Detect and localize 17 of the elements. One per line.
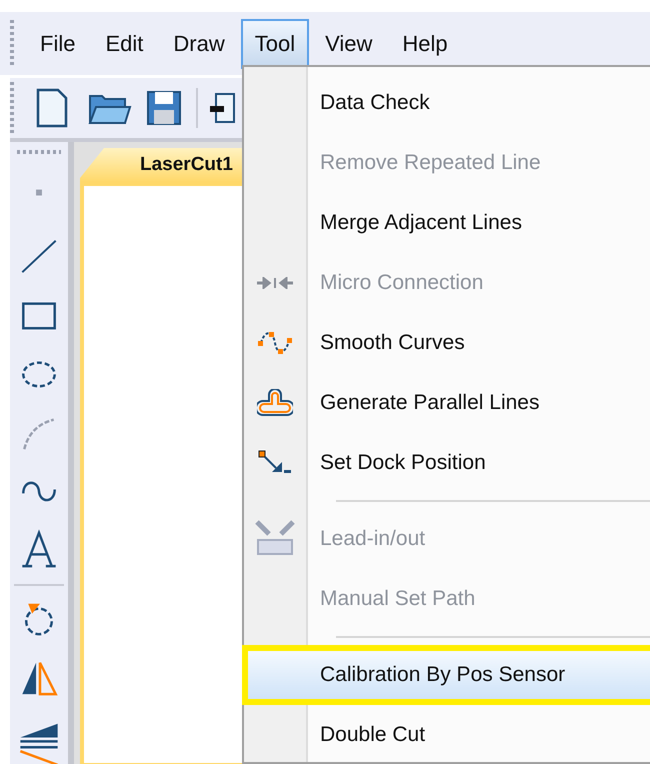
- menu-entry[interactable]: Calibration By Pos Sensor: [242, 645, 650, 705]
- menu-item[interactable]: Draw: [159, 18, 239, 68]
- arrows-inward-icon: [257, 277, 293, 289]
- curve-icon: [257, 331, 293, 355]
- menu-entry[interactable]: Set Dock Position: [244, 433, 650, 493]
- parallel-outline-icon: [257, 389, 293, 417]
- menu-item[interactable]: File: [26, 18, 90, 68]
- dock-arrow-icon: [258, 450, 292, 476]
- menu-entry[interactable]: Merge Adjacent Lines: [244, 193, 650, 253]
- menu-item[interactable]: View: [311, 18, 386, 68]
- menu-item[interactable]: Help: [388, 18, 462, 68]
- menu-item[interactable]: Edit: [91, 18, 158, 68]
- menu-item[interactable]: Tool: [240, 18, 310, 68]
- menu-entry[interactable]: Generate Parallel Lines: [244, 373, 650, 433]
- menu-entry[interactable]: Smooth Curves: [244, 313, 650, 373]
- menu-entry[interactable]: Double Cut: [244, 705, 650, 764]
- lead-in-icon: [255, 520, 295, 558]
